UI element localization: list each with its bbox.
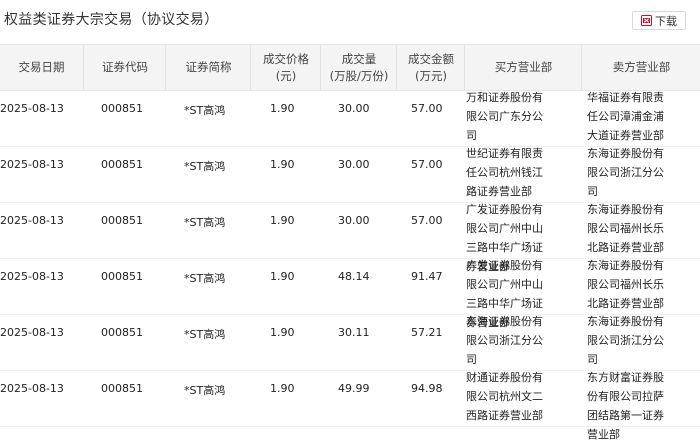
trade-amount: 57.21	[411, 326, 443, 339]
page-title: 权益类证券大宗交易（协议交易）	[4, 12, 219, 28]
security-code: 000851	[101, 326, 143, 339]
col-header-price: 成交价格 (元)	[250, 45, 321, 90]
trade-price: 1.90	[270, 326, 295, 339]
security-name: *ST高鸿	[184, 272, 226, 285]
table-row: 2025-08-13 000851 *ST高鸿 1.90 48.14 91.47…	[0, 259, 700, 329]
seller-branch: 东海证券股份有限公司福州长乐北路证券营业部	[587, 203, 664, 254]
download-label: 下载	[655, 14, 677, 28]
security-name: *ST高鸿	[184, 384, 226, 397]
seller-branch: 东海证券股份有限公司福州长乐北路证券营业部	[587, 259, 664, 310]
table-row: 2025-08-13 000851 *ST高鸿 1.90 30.00 57.00…	[0, 91, 700, 147]
seller-branch: 东方财富证券股份有限公司拉萨团结路第一证券营业部	[587, 371, 664, 441]
col-header-amount: 成交金额 (万元)	[396, 45, 465, 90]
table-row: 2025-08-13 000851 *ST高鸿 1.90 30.00 57.00…	[0, 147, 700, 203]
buyer-branch: 世纪证券有限责任公司杭州钱江路证券营业部	[466, 147, 543, 198]
excel-download-icon	[641, 15, 652, 26]
trade-volume: 48.14	[338, 270, 370, 283]
table-row: 2025-08-13 000851 *ST高鸿 1.90 30.11 57.21…	[0, 315, 700, 371]
security-code: 000851	[101, 102, 143, 115]
trade-volume: 30.00	[338, 158, 370, 171]
download-button[interactable]: 下载	[632, 11, 686, 30]
buyer-branch: 东海证券股份有限公司浙江分公司	[466, 315, 543, 366]
buyer-branch: 万和证券股份有限公司广东分公司	[466, 91, 543, 142]
trade-amount: 57.00	[411, 158, 443, 171]
trade-date: 2025-08-13	[0, 326, 64, 339]
trade-volume: 30.00	[338, 102, 370, 115]
trade-amount: 94.98	[411, 382, 443, 395]
trade-volume: 30.00	[338, 214, 370, 227]
seller-branch: 东海证券股份有限公司浙江分公司	[587, 147, 664, 198]
security-name: *ST高鸿	[184, 160, 226, 173]
trade-price: 1.90	[270, 270, 295, 283]
block-trade-table: 交易日期 证券代码 证券简称 成交价格 (元) 成交量 (万股/万份) 成交金额 (万…	[0, 44, 700, 441]
seller-branch: 华福证券有限责任公司漳浦金浦大道证券营业部	[587, 91, 664, 142]
col-header-date: 交易日期	[18, 60, 65, 74]
col-header-volume: 成交量 (万股/万份)	[320, 45, 397, 90]
col-header-seller: 卖方营业部	[581, 45, 700, 90]
table-row: 2025-08-13 000851 *ST高鸿 1.90 30.00 57.00…	[0, 203, 700, 273]
trade-amount: 57.00	[411, 214, 443, 227]
trade-date: 2025-08-13	[0, 270, 64, 283]
trade-price: 1.90	[270, 214, 295, 227]
trade-price: 1.90	[270, 158, 295, 171]
trade-amount: 57.00	[411, 102, 443, 115]
security-code: 000851	[101, 270, 143, 283]
trade-date: 2025-08-13	[0, 382, 64, 395]
security-code: 000851	[101, 214, 143, 227]
buyer-branch: 财通证券股份有限公司杭州文二西路证券营业部	[466, 371, 543, 422]
col-header-code: 证券代码	[83, 45, 166, 90]
security-name: *ST高鸿	[184, 216, 226, 229]
trade-volume: 49.99	[338, 382, 370, 395]
seller-branch: 东海证券股份有限公司浙江分公司	[587, 315, 664, 366]
col-header-buyer: 买方营业部	[464, 45, 582, 90]
table-row: 2025-08-13 000851 *ST高鸿 1.90 49.99 94.98…	[0, 371, 700, 441]
trade-date: 2025-08-13	[0, 158, 64, 171]
trade-price: 1.90	[270, 382, 295, 395]
trade-date: 2025-08-13	[0, 102, 64, 115]
trade-amount: 91.47	[411, 270, 443, 283]
trade-price: 1.90	[270, 102, 295, 115]
table-header: 交易日期 证券代码 证券简称 成交价格 (元) 成交量 (万股/万份) 成交金额 (万…	[0, 44, 700, 91]
security-name: *ST高鸿	[184, 328, 226, 341]
security-code: 000851	[101, 382, 143, 395]
trade-volume: 30.11	[338, 326, 370, 339]
security-name: *ST高鸿	[184, 104, 226, 117]
trade-date: 2025-08-13	[0, 214, 64, 227]
col-header-name: 证券简称	[165, 45, 251, 90]
security-code: 000851	[101, 158, 143, 171]
